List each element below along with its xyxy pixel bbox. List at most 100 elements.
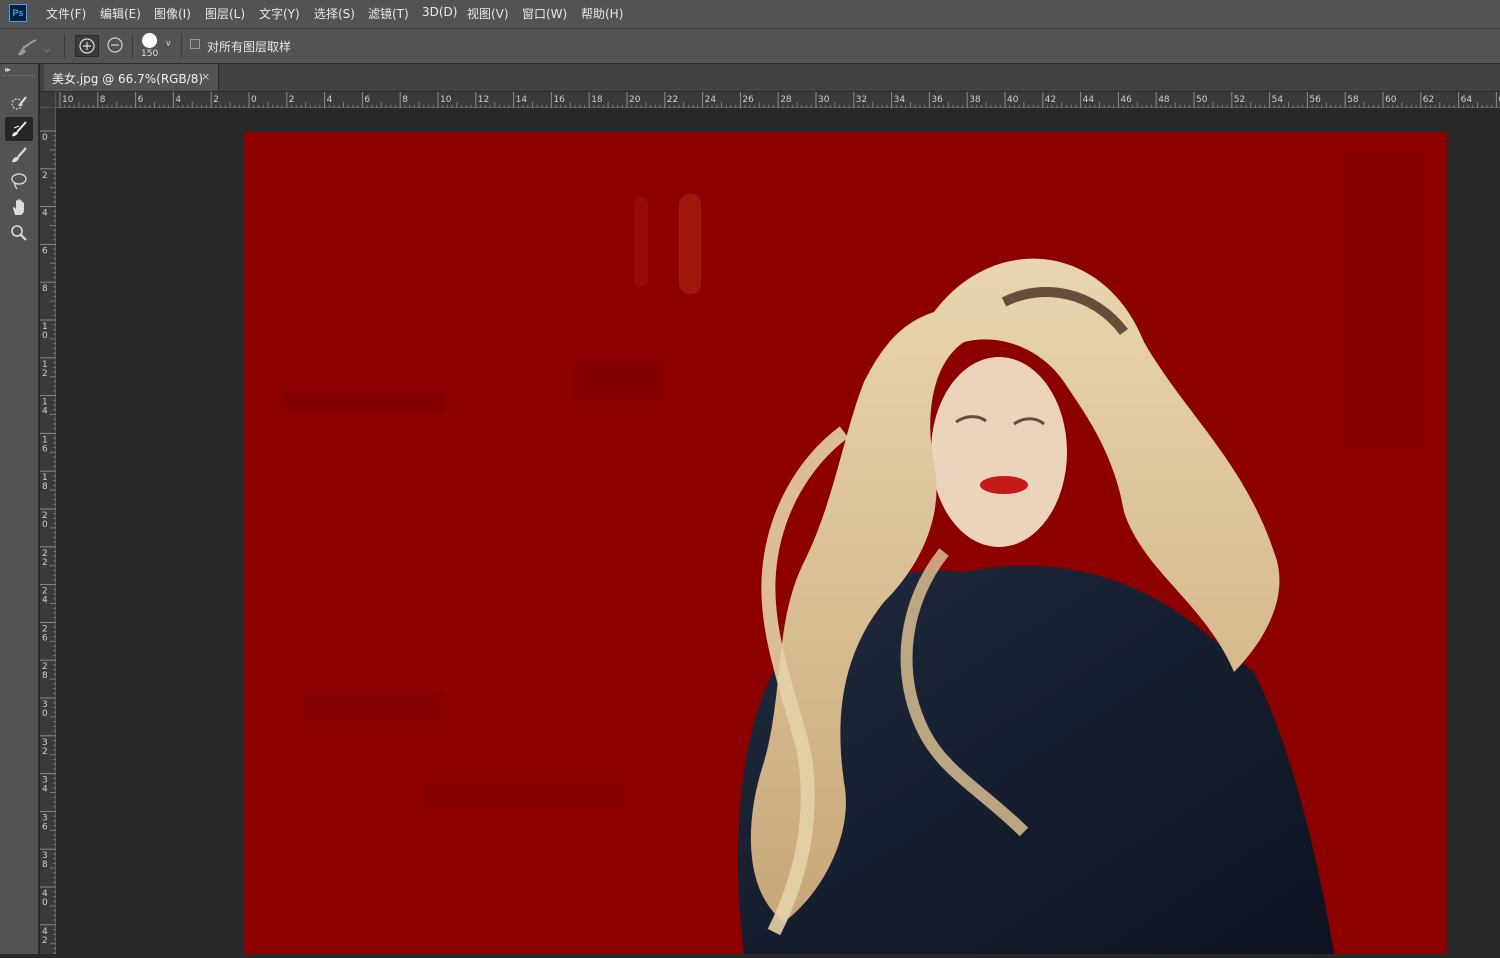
image-canvas[interactable] — [244, 132, 1447, 954]
ruler-label: 10 — [440, 95, 452, 105]
ruler-label: 6 — [138, 95, 144, 105]
tool-refine-edge-brush[interactable] — [5, 117, 33, 141]
ruler-label: 16 — [42, 435, 48, 454]
vertical-ruler[interactable]: 024681012141618202224262830323436384042 — [40, 108, 56, 954]
tool-hand[interactable] — [5, 195, 33, 219]
vertical-ruler-scale: 024681 01 21 41 61 82 02 22 42 62 83 03 23 43 63 84 04 2 — [40, 130, 56, 954]
document-tab-strip: 美女.jpg @ 66.7%(RGB/8) × — [40, 64, 1500, 92]
ruler-label: 14 — [42, 398, 48, 417]
ruler-label: 4 — [42, 209, 48, 219]
menu-window[interactable]: 窗口(W) — [522, 5, 567, 22]
ruler-label: 8 — [42, 284, 48, 294]
hand-icon — [13, 199, 24, 215]
ruler-label: 22 — [42, 549, 48, 568]
ruler-label: 42 — [42, 927, 48, 946]
ruler-label: 64 — [1461, 95, 1473, 105]
ruler-label: 60 — [1385, 95, 1397, 105]
tool-preset-picker[interactable] — [14, 36, 54, 58]
ruler-label: 4 — [175, 95, 181, 105]
photoshop-logo-icon[interactable]: Ps — [9, 4, 27, 22]
ruler-label: 10 — [42, 322, 48, 341]
ruler-label: 32 — [42, 738, 48, 757]
menu-layer[interactable]: 图层(L) — [205, 5, 245, 22]
ruler-label: 12 — [42, 360, 48, 379]
ruler-label: 26 — [42, 624, 48, 643]
ruler-label: 6 — [42, 246, 48, 256]
ruler-label: 8 — [100, 95, 106, 105]
zoom-icon — [11, 225, 27, 241]
brush-preview-icon[interactable] — [142, 33, 157, 48]
minus-circle-icon — [107, 37, 123, 53]
ruler-label: 22 — [667, 95, 678, 105]
menu-help[interactable]: 帮助(H) — [581, 5, 623, 22]
options-separator — [181, 34, 182, 58]
ruler-label: 18 — [591, 95, 603, 105]
ruler-label: 40 — [42, 889, 48, 908]
menu-select[interactable]: 选择(S) — [314, 5, 355, 22]
ruler-label: 48 — [1158, 95, 1170, 105]
tools-panel: ▸▸ — [0, 64, 39, 954]
document-tab[interactable]: 美女.jpg @ 66.7%(RGB/8) × — [44, 64, 219, 91]
close-icon[interactable]: × — [201, 70, 210, 83]
ruler-label: 52 — [1234, 95, 1245, 105]
refine-edge-brush-icon — [12, 121, 27, 137]
ruler-label: 2 — [289, 95, 295, 105]
options-separator — [64, 34, 65, 58]
ruler-label: 34 — [894, 95, 906, 105]
menu-view[interactable]: 视图(V) — [467, 5, 509, 22]
chevron-down-icon[interactable]: ∨ — [165, 39, 172, 49]
ruler-label: 62 — [1423, 95, 1434, 105]
brush-size-value: 150 — [141, 49, 159, 59]
ruler-label: 30 — [42, 700, 48, 719]
menu-image[interactable]: 图像(I) — [154, 5, 191, 22]
quick-selection-icon — [11, 96, 27, 110]
sample-all-layers-checkbox[interactable] — [190, 39, 200, 49]
ruler-label: 34 — [42, 776, 48, 795]
ruler-label: 10 — [62, 95, 74, 105]
menu-type[interactable]: 文字(Y) — [259, 5, 300, 22]
tool-zoom[interactable] — [5, 221, 33, 245]
horizontal-ruler-scale: 10 8 6 4 2 0 2 4 6 8 10 12 14 16 18 20 22 24 26 28 30 32 34 36 3… — [59, 92, 1500, 108]
ruler-label: 30 — [818, 95, 830, 105]
menu-filter[interactable]: 滤镜(T) — [368, 5, 409, 22]
ruler-label: 28 — [780, 95, 792, 105]
ruler-label: 56 — [1309, 95, 1321, 105]
sample-all-layers-label[interactable]: 对所有图层取样 — [207, 38, 291, 55]
ruler-label: 44 — [1083, 95, 1095, 105]
ruler-label: 16 — [553, 95, 565, 105]
ruler-label: 4 — [327, 95, 333, 105]
tool-lasso[interactable] — [5, 169, 33, 193]
menu-3d[interactable]: 3D(D) — [422, 5, 457, 19]
ruler-label: 20 — [629, 95, 641, 105]
collapse-panel-icon[interactable]: ▸▸ — [5, 65, 11, 74]
ruler-label: 36 — [42, 813, 48, 832]
ruler-label: 40 — [1007, 95, 1019, 105]
panel-grip[interactable] — [3, 75, 35, 78]
menu-edit[interactable]: 编辑(E) — [100, 5, 141, 22]
ruler-label: 38 — [42, 851, 48, 870]
ruler-label: 18 — [42, 473, 48, 492]
ruler-label: 24 — [705, 95, 717, 105]
ruler-label: 12 — [478, 95, 489, 105]
lasso-icon — [11, 173, 27, 190]
refine-edge-brush-icon — [18, 39, 51, 56]
ruler-origin[interactable] — [40, 92, 56, 108]
ruler-label: 28 — [42, 662, 48, 681]
horizontal-ruler[interactable]: 10 8 6 4 2 0 2 4 6 8 10 12 14 16 18 20 22 24 26 28 30 32 34 36 3… — [56, 92, 1500, 108]
options-bar: 150 ∨ 对所有图层取样 — [0, 29, 1500, 64]
ruler-label: 14 — [516, 95, 528, 105]
tool-brush[interactable] — [5, 143, 33, 167]
document-tab-title[interactable]: 美女.jpg @ 66.7%(RGB/8) — [52, 70, 203, 87]
ruler-label: 0 — [42, 133, 48, 143]
add-to-selection-button[interactable] — [75, 35, 99, 57]
subtract-from-selection-button[interactable] — [104, 35, 128, 57]
options-separator — [132, 34, 133, 58]
ruler-label: 32 — [856, 95, 867, 105]
ruler-label: 24 — [42, 587, 48, 606]
tool-quick-selection[interactable] — [5, 91, 33, 115]
ruler-label: 8 — [402, 95, 408, 105]
woman-photo-with-mask-overlay — [244, 132, 1447, 954]
ruler-label: 54 — [1272, 95, 1284, 105]
menu-file[interactable]: 文件(F) — [46, 5, 86, 22]
ruler-label: 6 — [364, 95, 370, 105]
